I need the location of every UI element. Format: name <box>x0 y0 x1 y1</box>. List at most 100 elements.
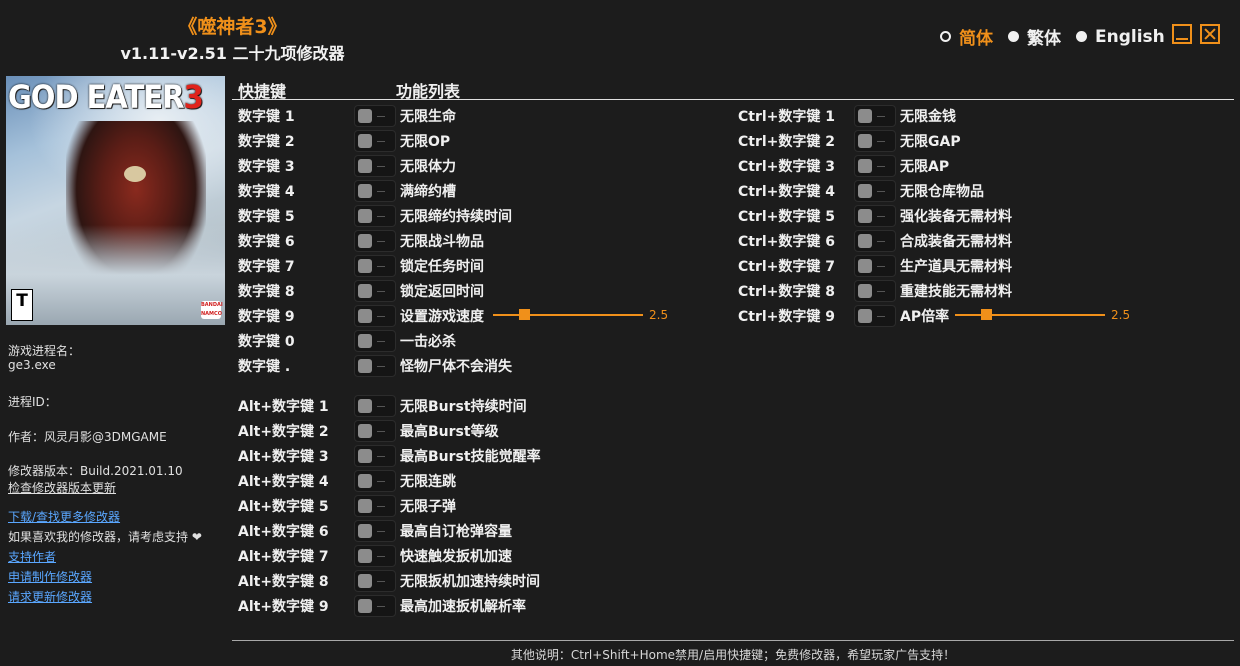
feature-label: 锁定任务时间 <box>400 258 484 275</box>
feature-label: 无限Burst持续时间 <box>400 398 527 415</box>
cheat-toggle[interactable] <box>354 254 396 277</box>
support-author-link[interactable]: 支持作者 <box>8 548 223 565</box>
cheat-toggle[interactable] <box>854 254 896 277</box>
cover-monster-eye <box>124 166 146 182</box>
hotkey-label: Ctrl+数字键 2 <box>738 133 836 150</box>
cheat-row: Alt+数字键 3 最高Burst技能觉醒率 <box>238 443 541 468</box>
feature-label: 无限生命 <box>400 108 456 125</box>
hotkey-label: Alt+数字键 9 <box>238 598 329 615</box>
request-update-link[interactable]: 请求更新修改器 <box>8 588 223 605</box>
toggle-track-mark <box>877 240 885 242</box>
download-more-link[interactable]: 下载/查找更多修改器 <box>8 508 223 525</box>
cheat-toggle[interactable] <box>354 544 396 567</box>
toggle-track-mark <box>877 140 885 142</box>
cheat-toggle[interactable] <box>854 229 896 252</box>
cheat-row: Ctrl+数字键 2 无限GAP <box>738 128 961 153</box>
slider-thumb[interactable] <box>519 309 530 320</box>
hotkey-label: 数字键 7 <box>238 258 295 275</box>
toggle-knob <box>358 573 372 588</box>
hotkey-label: Ctrl+数字键 5 <box>738 208 836 225</box>
hotkey-label: 数字键 6 <box>238 233 295 250</box>
cheat-toggle[interactable] <box>854 129 896 152</box>
cheat-row: Ctrl+数字键 3 无限AP <box>738 153 949 178</box>
cheat-toggle[interactable] <box>354 129 396 152</box>
toggle-knob <box>858 283 872 298</box>
cheat-row: Ctrl+数字键 6 合成装备无需材料 <box>738 228 1012 253</box>
cheat-toggle[interactable] <box>354 519 396 542</box>
cheat-toggle[interactable] <box>354 104 396 127</box>
toggle-knob <box>358 448 372 463</box>
close-icon[interactable] <box>1200 24 1220 44</box>
cheat-toggle[interactable] <box>854 104 896 127</box>
cheat-toggle[interactable] <box>354 329 396 352</box>
hotkey-label: Ctrl+数字键 8 <box>738 283 836 300</box>
lang-option-traditional[interactable]: 繁体 <box>1008 24 1061 49</box>
cheat-toggle[interactable] <box>354 494 396 517</box>
cheat-toggle[interactable] <box>354 204 396 227</box>
cheat-toggle[interactable] <box>354 419 396 442</box>
request-trainer-link[interactable]: 申请制作修改器 <box>8 568 223 585</box>
check-update-link[interactable]: 检查修改器版本更新 <box>8 479 223 496</box>
hotkey-label: Alt+数字键 7 <box>238 548 329 565</box>
cheat-row: Ctrl+数字键 5 强化装备无需材料 <box>738 203 1012 228</box>
cheat-row: 数字键 3 无限体力 <box>238 153 456 178</box>
hotkey-label: Alt+数字键 6 <box>238 523 329 540</box>
lang-option-simplified[interactable]: 简体 <box>940 24 993 49</box>
minimize-icon[interactable] <box>1172 24 1192 44</box>
toggle-track-mark <box>377 190 385 192</box>
cheat-toggle[interactable] <box>354 594 396 617</box>
game-logo: GOD EATER3 <box>8 78 204 116</box>
cheat-toggle[interactable] <box>354 444 396 467</box>
value-slider[interactable] <box>955 308 1105 322</box>
cheat-toggle[interactable] <box>354 229 396 252</box>
cheat-toggle[interactable] <box>354 469 396 492</box>
hotkey-label: Ctrl+数字键 1 <box>738 108 836 125</box>
toggle-knob <box>358 523 372 538</box>
cheat-row: 数字键 1 无限生命 <box>238 103 456 128</box>
cheat-toggle[interactable] <box>854 204 896 227</box>
process-name-label: 游戏进程名： <box>8 344 81 358</box>
hotkey-label: Alt+数字键 8 <box>238 573 329 590</box>
toggle-knob <box>358 498 372 513</box>
hotkey-label: 数字键 8 <box>238 283 295 300</box>
cheat-toggle[interactable] <box>354 354 396 377</box>
toggle-track-mark <box>877 265 885 267</box>
feature-label: 重建技能无需材料 <box>900 283 1012 300</box>
toggle-knob <box>358 208 372 223</box>
cheat-toggle[interactable] <box>354 179 396 202</box>
cheat-row: Ctrl+数字键 7 生产道具无需材料 <box>738 253 1012 278</box>
cheat-toggle[interactable] <box>354 569 396 592</box>
feature-label: 无限仓库物品 <box>900 183 984 200</box>
feature-label: 设置游戏速度 <box>400 308 484 325</box>
slider-thumb[interactable] <box>981 309 992 320</box>
toggle-track-mark <box>377 455 385 457</box>
footer-divider <box>232 640 1234 641</box>
cheat-toggle[interactable] <box>354 154 396 177</box>
toggle-track-mark <box>377 265 385 267</box>
cheat-toggle[interactable] <box>854 304 896 327</box>
radio-icon <box>1076 31 1087 42</box>
slider-track <box>493 314 643 316</box>
toggle-knob <box>358 548 372 563</box>
cheat-toggle[interactable] <box>354 304 396 327</box>
cheat-toggle[interactable] <box>854 279 896 302</box>
cheat-toggle[interactable] <box>854 154 896 177</box>
toggle-knob <box>358 598 372 613</box>
toggle-knob <box>358 258 372 273</box>
cheat-toggle[interactable] <box>354 279 396 302</box>
lang-option-english[interactable]: English <box>1076 27 1165 47</box>
feature-label: 无限金钱 <box>900 108 956 125</box>
feature-label: 无限扳机加速持续时间 <box>400 573 540 590</box>
hotkey-label: Alt+数字键 3 <box>238 448 329 465</box>
hotkey-label: Ctrl+数字键 7 <box>738 258 836 275</box>
toggle-knob <box>858 258 872 273</box>
feature-label: 最高Burst等级 <box>400 423 499 440</box>
cheat-toggle[interactable] <box>354 394 396 417</box>
hotkey-label: Ctrl+数字键 6 <box>738 233 836 250</box>
feature-label: AP倍率 <box>900 308 950 325</box>
hotkey-label: Ctrl+数字键 9 <box>738 308 836 325</box>
cheat-toggle[interactable] <box>854 179 896 202</box>
toggle-track-mark <box>377 115 385 117</box>
value-slider[interactable] <box>493 308 643 322</box>
feature-label: 无限子弹 <box>400 498 456 515</box>
